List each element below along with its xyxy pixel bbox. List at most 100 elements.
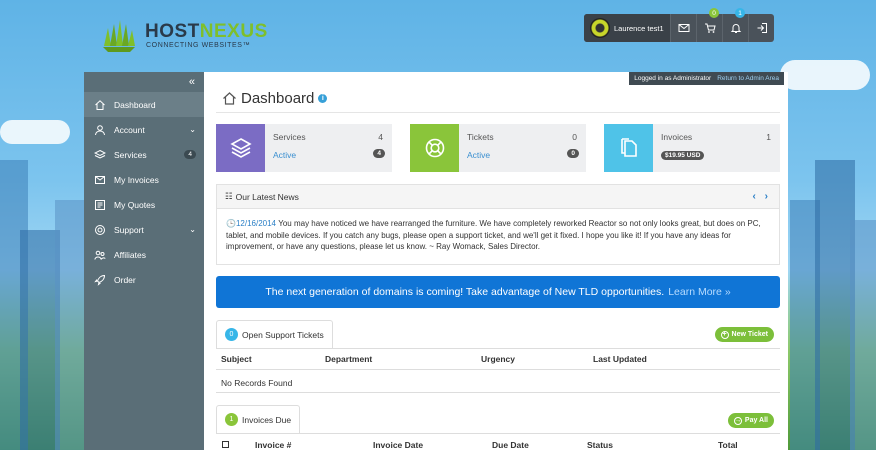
lifebuoy-icon <box>425 138 444 158</box>
notifications-count-badge: 1 <box>735 8 745 18</box>
double-chevron-left-icon: « <box>188 76 195 88</box>
sidebar-item-support[interactable]: Support ⌄ <box>84 217 204 242</box>
tile-icon-box <box>604 124 653 172</box>
tile-label: Services <box>273 132 306 142</box>
sidebar-item-services[interactable]: Services 4 <box>84 142 204 167</box>
sidebar-item-label: Dashboard <box>114 99 156 110</box>
column-header-due-date[interactable]: Due Date <box>492 440 529 450</box>
services-tile[interactable]: Services 4 Active 4 <box>216 124 392 172</box>
services-count-badge: 4 <box>184 150 196 159</box>
button-label: Pay All <box>744 417 768 424</box>
column-header-department[interactable]: Department <box>325 354 372 364</box>
page-title: Dashboard i <box>222 90 328 107</box>
column-header-invoice-number[interactable]: Invoice # <box>255 440 291 450</box>
sidebar-item-order[interactable]: Order <box>84 267 204 292</box>
sidebar-item-label: Affiliates <box>114 249 146 260</box>
rocket-icon <box>94 274 106 286</box>
layers-icon <box>94 149 106 159</box>
sidebar-item-my-quotes[interactable]: My Quotes <box>84 192 204 217</box>
logout-button[interactable] <box>748 14 774 42</box>
logo-mark-icon <box>103 20 135 52</box>
envelope-icon <box>95 175 105 184</box>
divider <box>216 392 780 393</box>
invoices-count-badge: 1 <box>225 413 238 426</box>
tile-icon-box <box>410 124 459 172</box>
tile-badge: 4 <box>373 149 385 158</box>
tile-badge: $19.95 USD <box>661 151 705 160</box>
page-title-text: Dashboard <box>241 90 315 107</box>
divider <box>216 369 780 370</box>
main-content: Logged in as Administrator Return to Adm… <box>204 72 788 450</box>
user-icon <box>95 124 105 135</box>
home-icon <box>95 99 105 110</box>
divider <box>216 112 780 113</box>
building-decoration <box>850 220 876 450</box>
cart-button[interactable]: 0 <box>696 8 722 42</box>
layers-icon <box>229 138 252 158</box>
button-label: New Ticket <box>731 331 768 338</box>
documents-icon <box>620 138 637 157</box>
sidebar-item-dashboard[interactable]: Dashboard <box>84 92 204 117</box>
news-date[interactable]: 12/16/2014 <box>236 219 276 228</box>
tickets-tile[interactable]: Tickets 0 Active 0 <box>410 124 586 172</box>
column-header-last-updated[interactable]: Last Updated <box>593 354 647 364</box>
building-decoration <box>55 200 85 450</box>
user-toolbar: Laurence test1 0 1 <box>584 8 774 42</box>
tab-open-support-tickets[interactable]: 0 Open Support Tickets <box>216 320 333 348</box>
tile-label: Tickets <box>467 132 494 142</box>
tile-sublink[interactable]: Active <box>467 150 490 160</box>
brand-tagline: CONNECTING WEBSITES™ <box>146 42 251 49</box>
learn-more-link[interactable]: Learn More » <box>668 286 730 298</box>
brand-name: HOSTNEXUS <box>145 21 268 42</box>
envelope-icon <box>678 24 689 32</box>
empty-state-text: No Records Found <box>221 378 293 388</box>
column-header-total[interactable]: Total <box>718 440 738 450</box>
tab-invoices-due[interactable]: 1 Invoices Due <box>216 405 301 433</box>
tickets-count-badge: 0 <box>225 328 238 341</box>
news-item: 🕒12/16/2014 You may have noticed we have… <box>217 209 779 262</box>
avatar <box>590 18 610 38</box>
pay-all-button[interactable]: → Pay All <box>727 413 774 428</box>
user-menu[interactable]: Laurence test1 <box>584 14 670 42</box>
invoices-tile[interactable]: Invoices 1 $19.95 USD <box>604 124 780 172</box>
chevron-down-icon: ⌄ <box>189 225 196 234</box>
cloud-decoration <box>780 60 870 90</box>
notifications-button[interactable]: 1 <box>722 8 748 42</box>
admin-status-text: Logged in as Administrator <box>634 75 712 82</box>
cloud-decoration <box>0 120 70 144</box>
cart-icon <box>704 23 716 33</box>
return-to-admin-link[interactable]: Return to Admin Area <box>717 75 779 82</box>
admin-bar: Logged in as Administrator Return to Adm… <box>629 72 784 85</box>
column-header-status[interactable]: Status <box>587 440 613 450</box>
tile-count: 1 <box>766 132 771 142</box>
cart-count-badge: 0 <box>709 8 719 18</box>
news-text: You may have noticed we have rearranged … <box>226 219 761 251</box>
column-header-urgency[interactable]: Urgency <box>481 354 515 364</box>
brand-logo[interactable]: HOSTNEXUS CONNECTING WEBSITES™ <box>100 16 280 56</box>
username: Laurence test1 <box>614 23 664 33</box>
list-icon: ☷ <box>225 191 233 201</box>
sidebar-collapse-button[interactable]: « <box>84 72 204 92</box>
quote-icon <box>95 199 105 210</box>
sidebar-item-label: My Quotes <box>114 199 156 210</box>
affiliates-icon <box>94 250 106 260</box>
tile-badge: 0 <box>567 149 579 158</box>
building-decoration <box>815 160 855 450</box>
select-all-checkbox[interactable] <box>222 441 229 448</box>
column-header-subject[interactable]: Subject <box>221 354 252 364</box>
new-ticket-button[interactable]: + New Ticket <box>714 327 774 342</box>
news-nav-arrows[interactable]: ‹ › <box>753 191 771 202</box>
sidebar-item-label: Support <box>114 224 144 235</box>
info-icon[interactable]: i <box>318 94 328 103</box>
tile-sublink[interactable]: Active <box>273 150 296 160</box>
sidebar-item-account[interactable]: Account ⌄ <box>84 117 204 142</box>
messages-button[interactable] <box>670 14 696 42</box>
sidebar-item-my-invoices[interactable]: My Invoices <box>84 167 204 192</box>
tile-icon-box <box>216 124 265 172</box>
sidebar-item-label: My Invoices <box>114 174 159 185</box>
column-header-invoice-date[interactable]: Invoice Date <box>373 440 423 450</box>
news-heading: Our Latest News <box>235 191 299 202</box>
sidebar-item-affiliates[interactable]: Affiliates <box>84 242 204 267</box>
divider <box>216 348 780 349</box>
clock-icon: 🕒 <box>226 219 236 228</box>
